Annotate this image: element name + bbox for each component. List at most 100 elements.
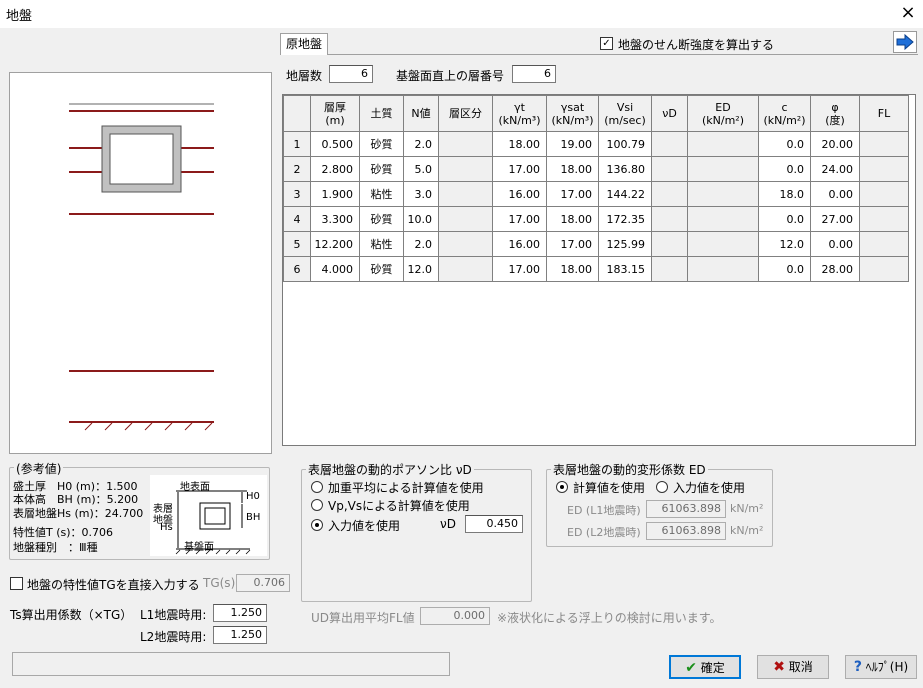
table-cell-ed[interactable] bbox=[687, 131, 759, 157]
tab-original-ground[interactable]: 原地盤 bbox=[280, 33, 328, 55]
poisson-option-input[interactable] bbox=[311, 519, 323, 531]
table-cell-phi[interactable]: 27.00 bbox=[810, 206, 860, 232]
table-cell-nu[interactable] bbox=[651, 231, 688, 257]
table-cell-soil[interactable]: 粘性 bbox=[359, 181, 404, 207]
table-cell-phi[interactable]: 20.00 bbox=[810, 131, 860, 157]
table-cell-thick[interactable]: 12.200 bbox=[310, 231, 360, 257]
shear-strength-checkbox[interactable]: ✓ bbox=[600, 37, 613, 50]
tg-input[interactable]: 0.706 bbox=[236, 574, 290, 592]
table-cell-n[interactable]: 2.0 bbox=[403, 131, 439, 157]
table-cell-thick[interactable]: 0.500 bbox=[310, 131, 360, 157]
table-cell-div[interactable] bbox=[438, 181, 493, 207]
table-cell-gsat[interactable]: 18.00 bbox=[546, 206, 599, 232]
table-cell-nu[interactable] bbox=[651, 206, 688, 232]
table-cell-gt[interactable]: 16.00 bbox=[492, 181, 547, 207]
table-cell-div[interactable] bbox=[438, 256, 493, 282]
deformation-option-input[interactable] bbox=[656, 481, 668, 493]
table-cell-gt[interactable]: 18.00 bbox=[492, 131, 547, 157]
table-cell-soil[interactable]: 砂質 bbox=[359, 156, 404, 182]
layer-count-input[interactable]: 6 bbox=[329, 65, 373, 83]
help-button[interactable]: ? ﾍﾙﾌﾟ(H) bbox=[845, 655, 917, 679]
table-cell-ed[interactable] bbox=[687, 156, 759, 182]
table-cell-c[interactable]: 0.0 bbox=[758, 156, 811, 182]
ts-l1-input[interactable]: 1.250 bbox=[213, 604, 267, 622]
table-cell-n[interactable]: 5.0 bbox=[403, 156, 439, 182]
cancel-button[interactable]: ✖ 取消 bbox=[757, 655, 829, 679]
table-cell-fl[interactable] bbox=[859, 256, 909, 282]
poisson-value-input[interactable]: 0.450 bbox=[465, 515, 523, 533]
table-row: 5 12.200 粘性 2.0 16.00 17.00 125.99 12.0 0.00 bbox=[283, 231, 909, 257]
table-cell-n[interactable]: 2.0 bbox=[403, 231, 439, 257]
table-cell-fl[interactable] bbox=[859, 181, 909, 207]
table-cell-gsat[interactable]: 18.00 bbox=[546, 256, 599, 282]
table-cell-soil[interactable]: 砂質 bbox=[359, 206, 404, 232]
table-cell-vsi[interactable]: 100.79 bbox=[598, 131, 652, 157]
table-cell-div[interactable] bbox=[438, 156, 493, 182]
row-number: 1 bbox=[283, 131, 311, 157]
table-cell-ed[interactable] bbox=[687, 181, 759, 207]
table-cell-c[interactable]: 0.0 bbox=[758, 206, 811, 232]
table-cell-fl[interactable] bbox=[859, 131, 909, 157]
table-cell-gsat[interactable]: 19.00 bbox=[546, 131, 599, 157]
table-cell-fl[interactable] bbox=[859, 206, 909, 232]
table-cell-c[interactable]: 18.0 bbox=[758, 181, 811, 207]
table-cell-div[interactable] bbox=[438, 231, 493, 257]
table-cell-nu[interactable] bbox=[651, 181, 688, 207]
table-cell-vsi[interactable]: 136.80 bbox=[598, 156, 652, 182]
table-cell-n[interactable]: 3.0 bbox=[403, 181, 439, 207]
table-cell-nu[interactable] bbox=[651, 156, 688, 182]
table-cell-soil[interactable]: 砂質 bbox=[359, 131, 404, 157]
table-cell-thick[interactable]: 2.800 bbox=[310, 156, 360, 182]
tg-direct-checkbox[interactable] bbox=[10, 577, 23, 590]
close-button[interactable]: × bbox=[896, 2, 920, 24]
table-cell-n[interactable]: 10.0 bbox=[403, 206, 439, 232]
table-cell-nu[interactable] bbox=[651, 256, 688, 282]
column-header: Vsi (m/sec) bbox=[598, 95, 652, 132]
table-cell-c[interactable]: 12.0 bbox=[758, 231, 811, 257]
ts-l2-input[interactable]: 1.250 bbox=[213, 626, 267, 644]
table-cell-gsat[interactable]: 17.00 bbox=[546, 181, 599, 207]
ref-ground-type: 地盤種別 ：Ⅲ種 bbox=[13, 541, 98, 554]
table-cell-div[interactable] bbox=[438, 206, 493, 232]
ed-l1-input[interactable]: 61063.898 bbox=[646, 500, 726, 518]
deformation-option-calc[interactable] bbox=[556, 481, 568, 493]
table-cell-vsi[interactable]: 144.22 bbox=[598, 181, 652, 207]
table-cell-phi[interactable]: 0.00 bbox=[810, 181, 860, 207]
table-cell-soil[interactable]: 粘性 bbox=[359, 231, 404, 257]
table-cell-thick[interactable]: 1.900 bbox=[310, 181, 360, 207]
poisson-option-vpvs[interactable] bbox=[311, 499, 323, 511]
poisson-option-weighted[interactable] bbox=[311, 481, 323, 493]
table-cell-gsat[interactable]: 17.00 bbox=[546, 231, 599, 257]
table-cell-vsi[interactable]: 125.99 bbox=[598, 231, 652, 257]
table-cell-nu[interactable] bbox=[651, 131, 688, 157]
table-cell-phi[interactable]: 0.00 bbox=[810, 231, 860, 257]
table-cell-gt[interactable]: 17.00 bbox=[492, 206, 547, 232]
ud-input[interactable]: 0.000 bbox=[420, 607, 490, 625]
table-cell-gsat[interactable]: 18.00 bbox=[546, 156, 599, 182]
table-cell-gt[interactable]: 17.00 bbox=[492, 256, 547, 282]
table-cell-ed[interactable] bbox=[687, 256, 759, 282]
table-cell-c[interactable]: 0.0 bbox=[758, 256, 811, 282]
ed-l2-input[interactable]: 61063.898 bbox=[646, 522, 726, 540]
base-layer-input[interactable]: 6 bbox=[512, 65, 556, 83]
table-cell-div[interactable] bbox=[438, 131, 493, 157]
table-cell-ed[interactable] bbox=[687, 206, 759, 232]
ok-button[interactable]: ✔ 確定 bbox=[669, 655, 741, 679]
table-cell-c[interactable]: 0.0 bbox=[758, 131, 811, 157]
table-cell-vsi[interactable]: 183.15 bbox=[598, 256, 652, 282]
table-cell-thick[interactable]: 4.000 bbox=[310, 256, 360, 282]
table-cell-soil[interactable]: 砂質 bbox=[359, 256, 404, 282]
table-cell-gt[interactable]: 16.00 bbox=[492, 231, 547, 257]
table-cell-fl[interactable] bbox=[859, 231, 909, 257]
table-cell-phi[interactable]: 24.00 bbox=[810, 156, 860, 182]
table-cell-fl[interactable] bbox=[859, 156, 909, 182]
table-cell-n[interactable]: 12.0 bbox=[403, 256, 439, 282]
x-icon: ✖ bbox=[773, 659, 785, 675]
column-header: ED (kN/m²) bbox=[687, 95, 759, 132]
table-cell-vsi[interactable]: 172.35 bbox=[598, 206, 652, 232]
next-arrow-button[interactable] bbox=[893, 31, 917, 53]
table-cell-ed[interactable] bbox=[687, 231, 759, 257]
table-cell-thick[interactable]: 3.300 bbox=[310, 206, 360, 232]
table-cell-phi[interactable]: 28.00 bbox=[810, 256, 860, 282]
table-cell-gt[interactable]: 17.00 bbox=[492, 156, 547, 182]
